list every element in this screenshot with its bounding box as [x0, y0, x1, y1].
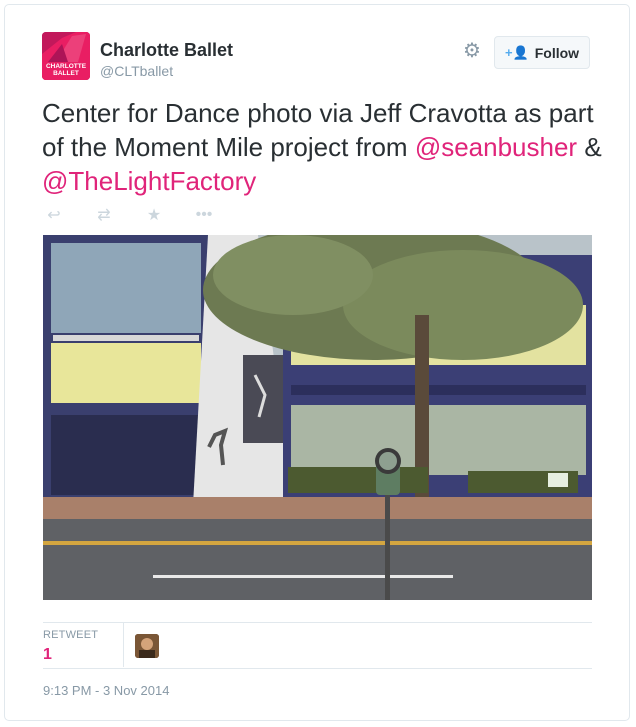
avatar-logo-text: CHARLOTTE BALLET — [45, 63, 87, 77]
more-icon[interactable]: ••• — [194, 206, 214, 224]
gear-icon[interactable]: ⚙ — [462, 41, 482, 61]
retweet-count[interactable]: 1 — [43, 646, 52, 664]
divider — [43, 622, 592, 623]
follow-label: Follow — [534, 44, 580, 61]
mention-link[interactable]: @TheLightFactory — [42, 166, 256, 196]
tweet-photo[interactable] — [43, 235, 592, 600]
tweet-text-part2: & — [577, 132, 602, 162]
profile-avatar[interactable]: CHARLOTTE BALLET — [42, 32, 90, 80]
tweet-actions: ↩ ⇄ ★ ••• — [44, 205, 214, 225]
stats-separator — [123, 623, 124, 667]
reply-icon[interactable]: ↩ — [44, 205, 64, 225]
user-handle[interactable]: @CLTballet — [100, 63, 173, 79]
retweet-icon[interactable]: ⇄ — [94, 205, 114, 225]
retweeter-avatar[interactable] — [135, 634, 159, 658]
tweet-timestamp[interactable]: 9:13 PM - 3 Nov 2014 — [43, 683, 169, 698]
user-name[interactable]: Charlotte Ballet — [100, 40, 233, 61]
retweet-stat-label: RETWEET — [43, 629, 99, 641]
star-icon[interactable]: ★ — [144, 205, 164, 225]
follow-button[interactable]: +👤 Follow — [494, 36, 590, 69]
divider — [43, 668, 592, 669]
add-user-icon: +👤 — [504, 44, 529, 60]
tweet-text: Center for Dance photo via Jeff Cravotta… — [42, 96, 602, 198]
mention-link[interactable]: @seanbusher — [415, 132, 577, 162]
